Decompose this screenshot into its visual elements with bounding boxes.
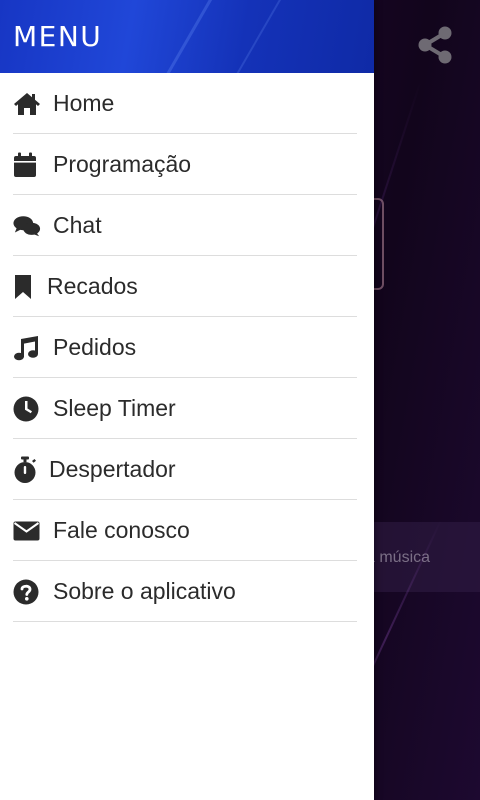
music-note-icon bbox=[13, 334, 41, 362]
menu-item-home[interactable]: Home bbox=[0, 73, 357, 134]
menu-item-label: Sleep Timer bbox=[53, 395, 176, 421]
menu-item-label: Home bbox=[53, 90, 115, 116]
calendar-icon bbox=[13, 151, 41, 179]
menu-item-pedidos[interactable]: Pedidos bbox=[0, 317, 357, 378]
chat-icon bbox=[13, 212, 41, 240]
navigation-drawer: MENU Home Programação Chat Recados Pedid… bbox=[0, 0, 374, 800]
envelope-icon bbox=[13, 517, 41, 545]
bookmark-icon bbox=[13, 273, 35, 301]
home-icon bbox=[13, 90, 41, 118]
menu-item-programacao[interactable]: Programação bbox=[0, 134, 357, 195]
clock-icon bbox=[13, 395, 41, 423]
menu-item-recados[interactable]: Recados bbox=[0, 256, 357, 317]
drawer-header: MENU bbox=[0, 0, 374, 73]
menu-list: Home Programação Chat Recados Pedidos Sl… bbox=[0, 73, 374, 622]
drawer-title: MENU bbox=[13, 20, 103, 53]
share-button[interactable] bbox=[414, 26, 456, 68]
divider bbox=[13, 621, 357, 622]
menu-item-label: Despertador bbox=[49, 456, 176, 482]
question-circle-icon bbox=[13, 578, 41, 606]
menu-item-label: Sobre o aplicativo bbox=[53, 578, 236, 604]
menu-item-sobre[interactable]: Sobre o aplicativo bbox=[0, 561, 357, 622]
stopwatch-icon bbox=[13, 456, 37, 484]
menu-item-label: Pedidos bbox=[53, 334, 137, 360]
menu-item-label: Chat bbox=[53, 212, 102, 238]
share-icon bbox=[418, 26, 452, 69]
menu-item-sleep-timer[interactable]: Sleep Timer bbox=[0, 378, 357, 439]
menu-item-label: Fale conosco bbox=[53, 517, 190, 543]
menu-item-label: Recados bbox=[47, 273, 138, 299]
background-info-text: a música bbox=[366, 549, 431, 566]
menu-item-despertador[interactable]: Despertador bbox=[0, 439, 357, 500]
menu-item-chat[interactable]: Chat bbox=[0, 195, 357, 256]
menu-item-label: Programação bbox=[53, 151, 192, 177]
menu-item-fale-conosco[interactable]: Fale conosco bbox=[0, 500, 357, 561]
